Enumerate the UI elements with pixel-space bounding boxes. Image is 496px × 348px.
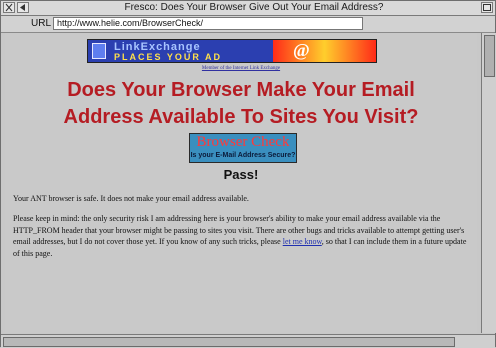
member-note: Member of the Internet Link Exchange [5, 66, 477, 71]
back-button[interactable] [17, 2, 29, 13]
badge-subtitle: Is your E-Mail Address Secure? [190, 152, 296, 159]
close-icon [5, 3, 13, 12]
at-symbol-icon: @ [293, 40, 310, 60]
browser-check-badge: Browser Check Is your E-Mail Address Sec… [189, 133, 297, 163]
close-button[interactable] [3, 2, 15, 13]
linkexchange-logo-icon [92, 43, 106, 59]
window-title: Fresco: Does Your Browser Give Out Your … [124, 2, 384, 13]
contact-link[interactable]: let me know [283, 237, 322, 246]
headline-line2: Address Available To Sites You Visit? [63, 106, 419, 128]
member-note-link[interactable]: Member of the Internet Link Exchange [202, 66, 280, 71]
toggle-size-button[interactable] [481, 2, 493, 13]
linkexchange-banner[interactable]: LinkExchange PLACES YOUR AD @ [87, 39, 377, 63]
url-label: URL [31, 18, 52, 29]
title-bar[interactable]: Fresco: Does Your Browser Give Out Your … [1, 1, 495, 16]
result-text: Pass! [223, 167, 259, 182]
toggle-size-icon [483, 4, 491, 11]
vertical-scrollbar[interactable] [481, 33, 496, 333]
vertical-scroll-thumb[interactable] [484, 35, 495, 77]
badge-title: Browser Check [196, 134, 290, 150]
headline-line1: Does Your Browser Make Your Email [67, 79, 415, 101]
page-headline: Does Your Browser Make Your Email Addres… [5, 77, 477, 131]
banner-rings [273, 40, 376, 62]
banner-line2: PLACES YOUR AD [114, 52, 223, 62]
back-arrow-icon [20, 4, 25, 11]
horizontal-scrollbar[interactable] [1, 334, 495, 348]
info-paragraph: Please keep in mind: the only security r… [13, 213, 471, 259]
horizontal-scroll-thumb[interactable] [3, 337, 455, 347]
browser-window: Fresco: Does Your Browser Give Out Your … [0, 0, 496, 348]
url-bar: URL http://www.helie.com/BrowserCheck/ [1, 16, 495, 33]
page-content: LinkExchange PLACES YOUR AD @ Member of … [5, 33, 477, 333]
result-paragraph: Your ANT browser is safe. It does not ma… [13, 194, 249, 203]
url-input[interactable]: http://www.helie.com/BrowserCheck/ [53, 17, 363, 30]
